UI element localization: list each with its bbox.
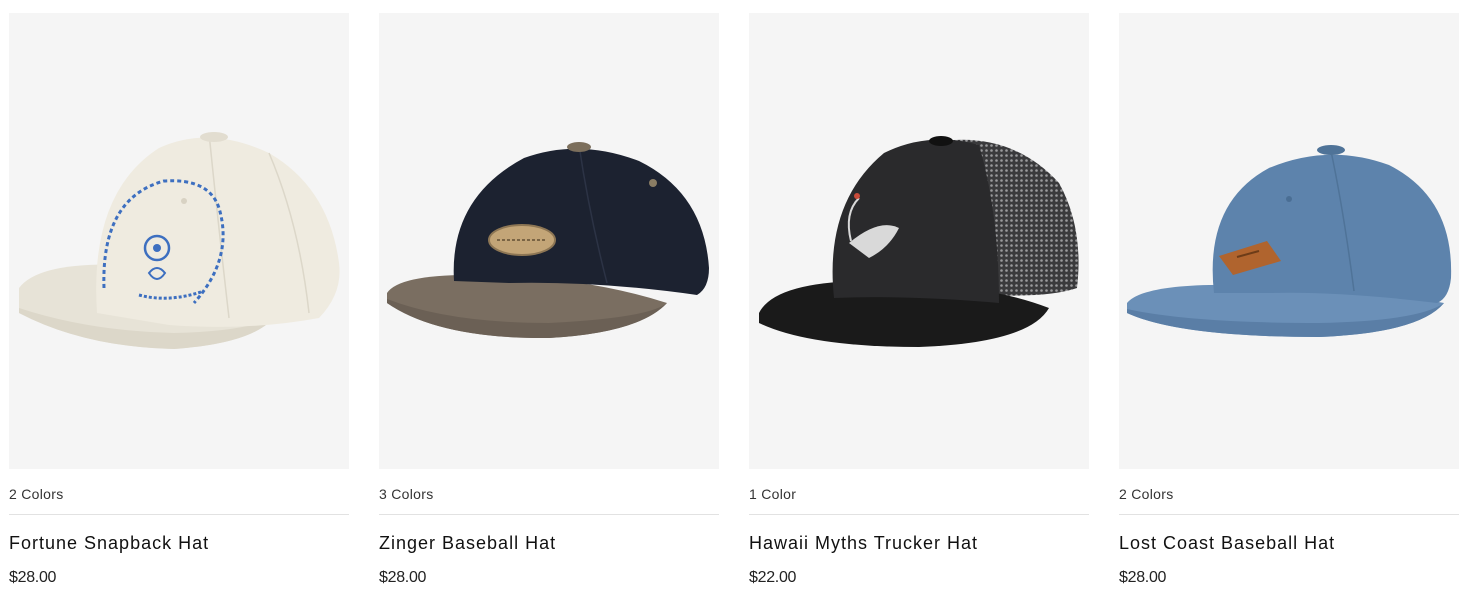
product-grid: 2 Colors Fortune Snapback Hat $28.00 3 C… (9, 13, 1459, 589)
product-name[interactable]: Fortune Snapback Hat (9, 531, 349, 555)
white-snapback-hat-icon (19, 132, 340, 349)
product-price: $28.00 (9, 569, 57, 586)
product-name[interactable]: Hawaii Myths Trucker Hat (749, 531, 1089, 555)
divider (1119, 514, 1459, 515)
product-card: 2 Colors Lost Coast Baseball Hat $28.00 (1119, 13, 1459, 589)
product-price: $28.00 (379, 569, 427, 586)
product-name[interactable]: Lost Coast Baseball Hat (1119, 531, 1459, 555)
divider (9, 514, 349, 515)
divider (749, 514, 1089, 515)
product-image[interactable] (379, 13, 719, 469)
product-image[interactable] (9, 13, 349, 469)
product-price: $22.00 (749, 569, 797, 586)
color-count[interactable]: 3 Colors (379, 484, 719, 504)
navy-baseball-hat-icon (387, 142, 709, 339)
product-card: 3 Colors Zinger Baseball Hat $28.00 (379, 13, 719, 589)
product-image[interactable] (1119, 13, 1459, 469)
black-trucker-hat-icon (759, 136, 1079, 347)
product-name[interactable]: Zinger Baseball Hat (379, 531, 719, 555)
color-count[interactable]: 2 Colors (9, 484, 349, 504)
color-count[interactable]: 2 Colors (1119, 484, 1459, 504)
product-card: 2 Colors Fortune Snapback Hat $28.00 (9, 13, 349, 589)
color-count[interactable]: 1 Color (749, 484, 1089, 504)
product-card: 1 Color Hawaii Myths Trucker Hat $22.00 (749, 13, 1089, 589)
blue-baseball-hat-icon (1127, 145, 1452, 337)
divider (379, 514, 719, 515)
product-image[interactable] (749, 13, 1089, 469)
product-price: $28.00 (1119, 569, 1167, 586)
